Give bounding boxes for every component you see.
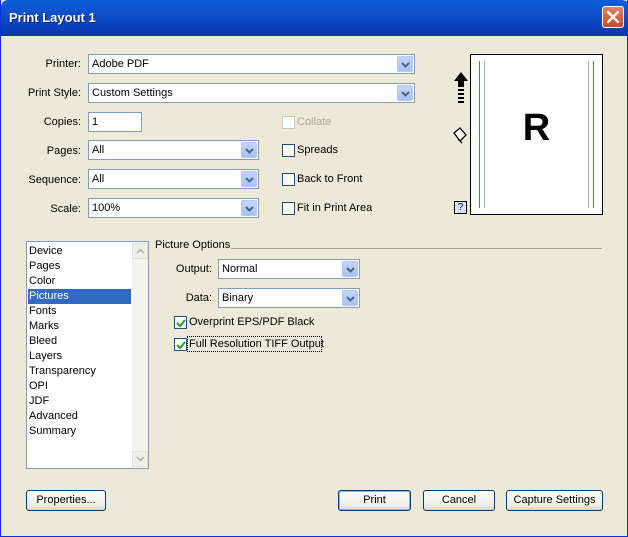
printer-label: Printer: [45,58,81,70]
sequence-dropdown-button[interactable] [241,171,257,187]
full-resolution-checkbox[interactable] [174,338,187,351]
sidebar-item-transparency[interactable]: Transparency [28,364,131,379]
scroll-down-button[interactable] [132,451,148,467]
close-icon [606,10,620,24]
back-to-front-label: Back to Front [297,173,363,185]
print-dialog: Print Layout 1 Printer: Adobe PDF Print … [0,0,628,537]
help-icon[interactable]: ? [454,201,467,214]
output-label: Output: [175,263,212,275]
spreads-checkbox[interactable] [282,144,295,157]
sidebar-item-layers[interactable]: Layers [28,349,131,364]
chevron-down-icon [346,296,355,302]
capture-settings-button[interactable]: Capture Settings [506,490,603,511]
data-select[interactable]: Binary [218,288,360,308]
title-bar[interactable]: Print Layout 1 [1,0,628,36]
print-style-select[interactable]: Custom Settings [88,83,415,103]
feed-direction-arrow-icon [454,72,468,103]
sidebar-item-pages[interactable]: Pages [28,259,131,274]
chevron-down-icon [245,148,254,154]
scale-dropdown-button[interactable] [241,200,257,216]
pages-value: All [92,144,105,156]
printer-dropdown-button[interactable] [397,56,413,72]
scale-select[interactable]: 100% [88,198,259,218]
sequence-select[interactable]: All [88,169,259,189]
sidebar-item-color[interactable]: Color [28,274,131,289]
sidebar-item-marks[interactable]: Marks [28,319,131,334]
output-dropdown-button[interactable] [342,261,358,277]
pages-select[interactable]: All [88,140,259,160]
chevron-down-icon [136,456,145,462]
data-label: Data: [185,292,212,304]
scale-label: Scale: [50,203,81,215]
collate-label: Collate [297,116,332,128]
chevron-down-icon [245,206,254,212]
sidebar-item-summary[interactable]: Summary [28,424,131,439]
overprint-checkbox[interactable] [174,316,187,329]
category-list[interactable]: Device Pages Color Pictures Fonts Marks Bleed L… [26,241,149,469]
close-button[interactable] [602,6,624,28]
print-style-label: Print Style: [27,87,81,99]
chevron-up-icon [136,248,145,254]
back-to-front-checkbox[interactable] [282,173,295,186]
chevron-down-icon [346,267,355,273]
printer-select[interactable]: Adobe PDF [88,54,415,74]
fit-in-print-area-checkbox[interactable] [282,202,295,215]
group-divider [231,248,602,249]
print-button[interactable]: Print [338,490,411,511]
sidebar-item-pictures[interactable]: Pictures [28,289,131,304]
chevron-down-icon [401,91,410,97]
pages-label: Pages: [46,145,81,157]
copies-label: Copies: [43,116,81,128]
data-value: Binary [222,292,254,304]
pages-dropdown-button[interactable] [241,142,257,158]
picture-options-heading: Picture Options [155,239,231,251]
sequence-value: All [92,173,105,185]
spreads-label: Spreads [297,144,338,156]
sidebar-item-bleed[interactable]: Bleed [28,334,131,349]
output-select[interactable]: Normal [218,259,360,279]
sidebar-item-opi[interactable]: OPI [28,379,131,394]
checkmark-icon [176,341,186,350]
scroll-up-button[interactable] [132,243,148,259]
output-value: Normal [222,263,258,275]
collate-checkbox[interactable] [282,116,295,129]
sequence-label: Sequence: [28,174,81,186]
printer-value: Adobe PDF [92,58,149,70]
fit-in-print-area-label: Fit in Print Area [297,202,373,214]
page-orientation-icon[interactable] [451,126,469,144]
scale-value: 100% [92,202,121,214]
data-dropdown-button[interactable] [342,290,358,306]
full-resolution-label: Full Resolution TIFF Output [189,338,324,350]
print-style-dropdown-button[interactable] [397,85,413,101]
sidebar-item-jdf[interactable]: JDF [28,394,131,409]
page-preview: R [470,54,603,215]
checkmark-icon [176,319,186,328]
sidebar-item-advanced[interactable]: Advanced [28,409,131,424]
chevron-down-icon [245,177,254,183]
preview-letter: R [522,107,551,149]
overprint-label: Overprint EPS/PDF Black [189,316,315,328]
category-scrollbar[interactable] [132,243,148,467]
cancel-button[interactable]: Cancel [423,490,495,511]
properties-button[interactable]: Properties... [26,490,106,511]
print-style-value: Custom Settings [92,87,173,99]
copies-input[interactable]: 1 [88,112,142,132]
chevron-down-icon [401,62,410,68]
window-title: Print Layout 1 [9,10,96,25]
sidebar-item-device[interactable]: Device [28,244,131,259]
sidebar-item-fonts[interactable]: Fonts [28,304,131,319]
copies-value: 1 [92,116,99,128]
